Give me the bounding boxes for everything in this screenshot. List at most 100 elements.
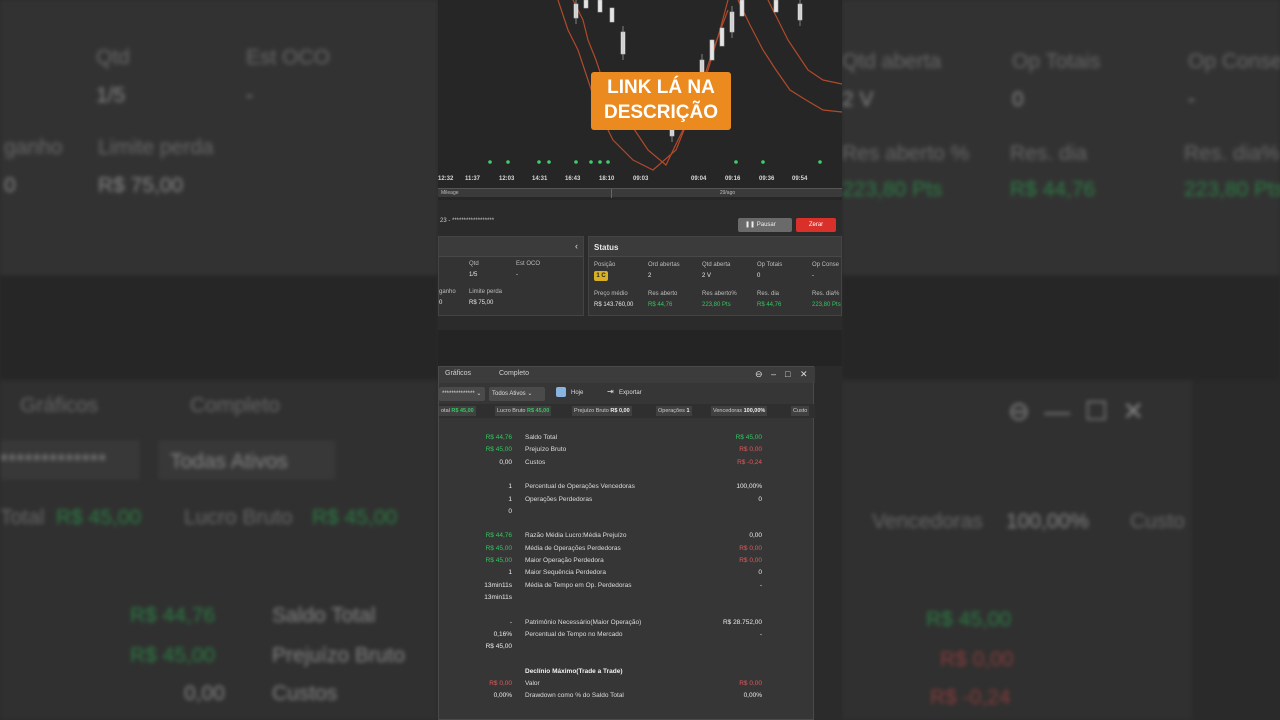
table-row: 1 Operações Perdedoras 0 — [439, 496, 815, 506]
left-value: R$ 45,00 — [485, 446, 512, 454]
left-value: R$ 44,76 — [485, 532, 512, 540]
left-value: 13min11s — [484, 593, 512, 601]
account-value: ************** — [442, 391, 475, 397]
left-value: 1 — [508, 569, 512, 577]
side-r1-label: Saldo Total — [272, 604, 376, 627]
right-value: 0,00% — [743, 692, 762, 700]
tab-completo[interactable]: Completo — [499, 370, 529, 377]
export-button[interactable]: Exportar — [619, 390, 642, 396]
side-account-dd: ************* — [0, 450, 107, 473]
side-qtdab-value: 2 V — [842, 88, 874, 111]
account-dropdown[interactable]: ************** ⌄ — [439, 387, 485, 401]
calendar-icon[interactable] — [556, 387, 566, 397]
video-frame: Qtd 1/5 Est OCO - ganho 0 Limite perda R… — [0, 0, 1280, 720]
metric-label: Saldo Total — [525, 434, 558, 441]
ganho-label: ganho — [439, 289, 456, 295]
side-win-controls: ⊖ — ☐ ✕ — [1008, 396, 1145, 426]
zero-button[interactable]: Zerar — [796, 218, 836, 232]
tab-graficos[interactable]: Gráficos — [445, 370, 471, 377]
ord-value: 2 — [648, 273, 652, 279]
side-est-label: Est OCO — [246, 46, 331, 69]
close-icon[interactable]: ✕ — [800, 369, 808, 380]
export-icon[interactable]: ⇥ — [607, 387, 614, 396]
strategy-title: 23 - ****************** — [440, 218, 495, 224]
left-value: - — [509, 618, 512, 626]
status-panel: Status Posição 1 C Ord abertas 2 Qtd abe… — [588, 236, 842, 316]
summary-prejuizo-value: R$ 0,00 — [610, 408, 630, 414]
right-value: - — [759, 581, 762, 589]
summary-operacoes: Operações 1 — [656, 406, 692, 416]
performance-report-window: Gráficos Completo ⊖ – □ ✕ **************… — [438, 366, 815, 720]
metric-label: Percentual de Tempo no Mercado — [525, 630, 623, 638]
summary-bar: otal R$ 45,00 Lucro Bruto R$ 45,00 Preju… — [439, 404, 815, 418]
pause-button[interactable]: ❚❚ Pausar — [738, 218, 792, 232]
left-value: R$ 44,76 — [485, 434, 512, 441]
time-axis: 12:32 11:37 12:03 14:31 16:43 18:10 09:0… — [438, 176, 842, 188]
est-oco-label: Est OCO — [516, 261, 541, 267]
metric-label: Média de Tempo em Op. Perdedoras — [525, 581, 632, 589]
side-assets-dd: Todas Ativos — [170, 450, 288, 473]
summary-prejuizo-label: Prejuízo Bruto — [574, 408, 609, 414]
right-value: 0,00 — [749, 532, 762, 540]
right-value: 0 — [758, 495, 762, 503]
table-row — [439, 471, 815, 481]
op-totais-value: 0 — [757, 273, 761, 279]
metric-label: Percentual de Operações Vencedoras — [525, 483, 635, 491]
side-resab-value: 223,80 Pts — [842, 178, 943, 201]
pause-label: Pausar — [756, 222, 776, 228]
side-venc-value: 100,00% — [1006, 510, 1089, 533]
side-r1: R$ 45,00 — [926, 608, 1012, 631]
side-resdiap-label: Res. dia% — [1184, 142, 1280, 165]
side-r3: R$ -0,24 — [930, 686, 1011, 709]
res-dia-label: Res. dia — [757, 291, 780, 297]
right-value: R$ 0,00 — [739, 446, 762, 454]
today-button[interactable]: Hoje — [571, 390, 583, 396]
metric-label: Maior Sequência Perdedora — [525, 569, 606, 577]
left-value: R$ 0,00 — [489, 680, 512, 687]
qtd-value: 1/5 — [469, 272, 478, 278]
minimize-circle-icon[interactable]: ⊖ — [755, 369, 763, 380]
res-aberto-label: Res aberto — [648, 291, 678, 297]
side-perda-label: Limite perda — [98, 136, 214, 159]
report-toolbar: ************** ⌄ Todos Ativos ⌄ Hoje ⇥ E… — [439, 384, 815, 404]
time-label: 16:43 — [565, 176, 581, 182]
table-row — [439, 655, 815, 665]
right-value: R$ 0,00 — [739, 544, 762, 552]
metric-label: Razão Média Lucro:Média Prejuízo — [525, 532, 627, 540]
side-tab-graficos: Gráficos — [20, 394, 99, 417]
est-oco-value: - — [516, 272, 518, 278]
metric-label: Prejuízo Bruto — [525, 446, 567, 454]
pause-icon: ❚❚ — [745, 222, 756, 228]
time-label: 09:16 — [725, 176, 741, 182]
table-row: R$ 45,00 Prejuízo Bruto R$ 0,00 — [439, 446, 815, 456]
minimize-icon[interactable]: – — [771, 369, 776, 379]
chart-scrollbar[interactable]: Mileage 29/ago — [438, 188, 842, 198]
summary-total-label: otal — [441, 408, 450, 414]
summary-lucro-label: Lucro Bruto — [497, 408, 526, 414]
side-perda-value: R$ 75,00 — [98, 174, 184, 197]
table-row: - Patrimônio Necessário(Maior Operação) R$… — [439, 619, 815, 629]
op-totais-label: Op Totais — [757, 262, 783, 268]
assets-dropdown[interactable]: Todos Ativos ⌄ — [489, 387, 545, 401]
summary-total: otal R$ 45,00 — [439, 406, 476, 416]
maximize-icon[interactable]: □ — [785, 369, 790, 379]
side-r3-label: Custos — [272, 682, 338, 705]
table-row: R$ 44,76 Razão Média Lucro:Média Prejuízo… — [439, 532, 815, 542]
side-ganho-value: 0 — [4, 174, 16, 197]
side-resdiap-value: 223,80 Pts — [1184, 178, 1280, 201]
left-value: R$ 45,00 — [485, 557, 512, 564]
qtd-aberta-label: Qtd aberta — [702, 262, 731, 268]
report-tabs: Gráficos Completo ⊖ – □ ✕ — [439, 367, 815, 383]
time-label: 18:10 — [599, 176, 615, 182]
summary-operacoes-value: 1 — [686, 408, 690, 414]
side-resdia-label: Res. dia — [1010, 142, 1088, 165]
table-row — [439, 606, 815, 616]
table-row: R$ 45,00 — [439, 643, 815, 653]
side-optot-value: 0 — [1012, 88, 1024, 111]
preco-label: Preço médio — [594, 291, 628, 297]
res-aberto-pct-value: 223,80 Pts — [702, 302, 731, 308]
right-value: 100,00% — [736, 483, 762, 491]
left-value: 1 — [508, 495, 512, 503]
side-qtd-value: 1/5 — [96, 84, 126, 107]
chevron-left-icon[interactable]: ‹ — [575, 241, 578, 251]
